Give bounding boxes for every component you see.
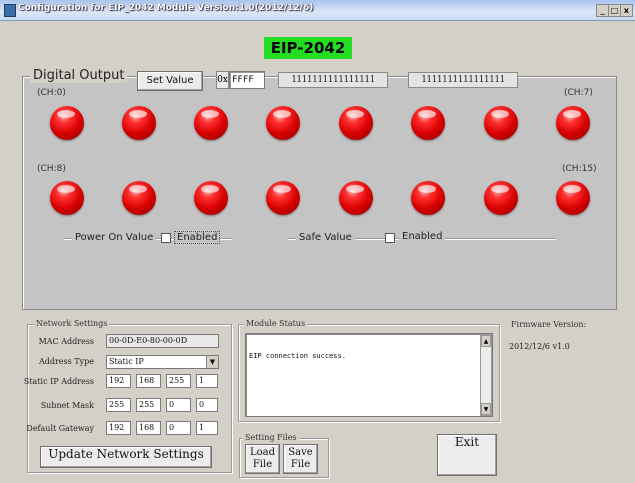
load-file-button[interactable]: Load File [245,444,280,474]
default-gateway-label: Default Gateway [26,424,94,433]
power-on-enabled-checkbox[interactable] [161,233,171,243]
led-ch12[interactable] [339,181,373,215]
led-ch14[interactable] [484,181,518,215]
led-ch8[interactable] [50,181,84,215]
address-type-select[interactable]: Static IP ▼ [106,355,219,369]
led-ch7[interactable] [556,106,590,140]
channel-label-ch0: (CH:0) [37,88,66,98]
mac-address-label: MAC Address [38,337,94,346]
led-ch9[interactable] [122,181,156,215]
module-status-textbox[interactable]: EIP connection success. ▲ ▼ [245,333,493,417]
led-ch2[interactable] [194,106,228,140]
safe-value-enabled-checkbox[interactable] [385,233,395,243]
gateway-octet-2[interactable]: 168 [136,421,161,435]
bits-display-low: 1111111111111111 [408,72,518,88]
window-title: Configuration for EIP_2042 Module Versio… [18,3,314,13]
status-scrollbar[interactable]: ▲ ▼ [480,334,492,416]
module-status-text: EIP connection success. [249,352,346,360]
led-ch6[interactable] [484,106,518,140]
mac-address-field: 00-0D-E0-80-00-0D [106,334,219,348]
title-bar: Configuration for EIP_2042 Module Versio… [0,0,635,21]
digital-output-title: Digital Output [30,68,128,83]
scroll-up-icon[interactable]: ▲ [481,335,491,347]
setting-files-label: Setting Files [243,433,299,442]
module-name-badge: EIP-2042 [264,37,352,59]
bits-display-high: 1111111111111111 [278,72,388,88]
safe-value-label: Safe Value [296,232,355,243]
static-ip-octet-3[interactable]: 255 [166,374,191,388]
update-network-settings-button[interactable]: Update Network Settings [40,446,212,468]
safe-value-enabled-label[interactable]: Enabled [399,231,446,242]
channel-label-ch15: (CH:15) [562,164,597,174]
led-ch4[interactable] [339,106,373,140]
power-on-enabled-label[interactable]: Enabled [174,231,221,244]
firmware-version-value: 2012/12/6 v1.0 [509,342,570,351]
subnet-octet-2[interactable]: 255 [136,398,161,412]
save-file-line1: Save [288,447,313,458]
network-settings-label: Network Settings [34,319,110,328]
address-type-value: Static IP [109,357,144,366]
load-file-line2: File [252,459,273,470]
load-file-line1: Load [249,447,276,458]
static-ip-octet-2[interactable]: 168 [136,374,161,388]
digital-output-panel [22,76,617,310]
hex-value-input[interactable]: FFFF [229,71,265,89]
firmware-version-label: Firmware Version: [509,320,589,329]
save-file-line2: File [290,459,311,470]
gateway-octet-4[interactable]: 1 [196,421,218,435]
subnet-mask-label: Subnet Mask [40,401,94,410]
exit-button[interactable]: Exit [437,434,497,476]
channel-label-ch8: (CH:8) [37,164,66,174]
power-on-value-label: Power On Value [72,232,157,243]
led-ch10[interactable] [194,181,228,215]
led-ch15[interactable] [556,181,590,215]
subnet-octet-1[interactable]: 255 [106,398,131,412]
address-type-label: Address Type [38,357,94,366]
gateway-octet-3[interactable]: 0 [166,421,191,435]
app-icon [4,4,16,17]
static-ip-octet-4[interactable]: 1 [196,374,218,388]
set-value-button[interactable]: Set Value [137,71,203,91]
module-status-label: Module Status [244,319,308,328]
led-ch11[interactable] [266,181,300,215]
channel-label-ch7: (CH:7) [564,88,593,98]
static-ip-label: Static IP Address [23,377,94,386]
led-ch0[interactable] [50,106,84,140]
subnet-octet-3[interactable]: 0 [166,398,191,412]
static-ip-octet-1[interactable]: 192 [106,374,131,388]
scroll-down-icon[interactable]: ▼ [481,403,491,415]
chevron-down-icon[interactable]: ▼ [206,356,218,368]
led-ch3[interactable] [266,106,300,140]
hex-prefix: 0x [216,71,229,89]
gateway-octet-1[interactable]: 192 [106,421,131,435]
led-ch1[interactable] [122,106,156,140]
save-file-button[interactable]: Save File [283,444,318,474]
close-button[interactable]: x [620,4,633,17]
led-ch13[interactable] [411,181,445,215]
subnet-octet-4[interactable]: 0 [196,398,218,412]
led-ch5[interactable] [411,106,445,140]
